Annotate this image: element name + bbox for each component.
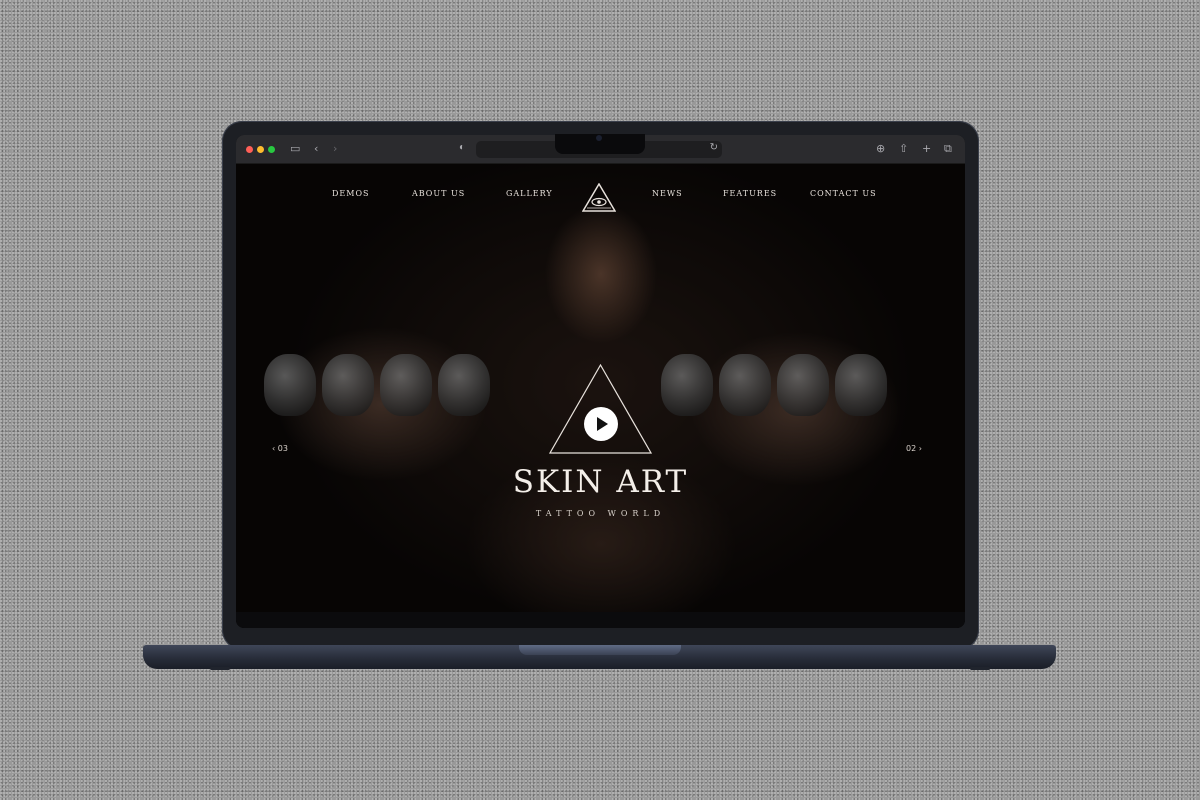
nav-item-contact-us[interactable]: CONTACT US xyxy=(810,189,877,198)
nav-item-demos[interactable]: DEMOS xyxy=(332,189,369,198)
laptop-foot xyxy=(970,667,990,670)
slider-prev-button[interactable]: ‹ 03 xyxy=(272,444,288,453)
new-tab-icon[interactable]: + xyxy=(922,142,931,156)
nav-item-news[interactable]: NEWS xyxy=(652,189,683,198)
slide-next-number: 02 xyxy=(906,444,917,453)
screen-bottom-strip xyxy=(236,612,965,628)
play-video-button[interactable] xyxy=(584,407,618,441)
tabs-overview-icon[interactable]: ⧉ xyxy=(944,142,952,156)
slider-next-button[interactable]: 02 › xyxy=(906,444,922,453)
forward-icon[interactable]: › xyxy=(333,142,337,156)
chevron-right-icon: › xyxy=(918,444,922,453)
main-navigation: DEMOS ABOUT US GALLERY NEWS FEATURES CON… xyxy=(236,183,965,212)
minimize-window-button[interactable] xyxy=(257,146,264,153)
hero-title: SKIN ART xyxy=(512,464,689,500)
hero-subtitle: TATTOO WORLD xyxy=(535,509,666,518)
laptop-foot xyxy=(210,667,230,670)
zoom-window-button[interactable] xyxy=(268,146,275,153)
camera-icon xyxy=(596,135,602,141)
eye-triangle-logo-icon[interactable] xyxy=(582,183,616,213)
reload-icon[interactable]: ↻ xyxy=(710,142,718,153)
close-window-button[interactable] xyxy=(246,146,253,153)
download-icon[interactable]: ⊕ xyxy=(876,142,885,156)
shield-icon: ◐ xyxy=(459,142,466,153)
nav-item-features[interactable]: FEATURES xyxy=(723,189,777,198)
share-icon[interactable]: ⇧ xyxy=(899,142,908,156)
laptop-screen: ▭ ‹ › ◐ ↻ ⊕ ⇧ + ⧉ DEMOS ABOUT US GALLERY xyxy=(236,135,965,628)
back-icon[interactable]: ‹ xyxy=(314,142,318,156)
sidebar-icon[interactable]: ▭ xyxy=(290,142,300,156)
nav-item-gallery[interactable]: GALLERY xyxy=(506,189,553,198)
nav-item-about-us[interactable]: ABOUT US xyxy=(412,189,465,198)
slide-prev-number: 03 xyxy=(277,444,288,453)
chevron-left-icon: ‹ xyxy=(272,444,276,453)
hero-section: DEMOS ABOUT US GALLERY NEWS FEATURES CON… xyxy=(236,164,965,612)
laptop-hinge-notch xyxy=(519,645,681,655)
